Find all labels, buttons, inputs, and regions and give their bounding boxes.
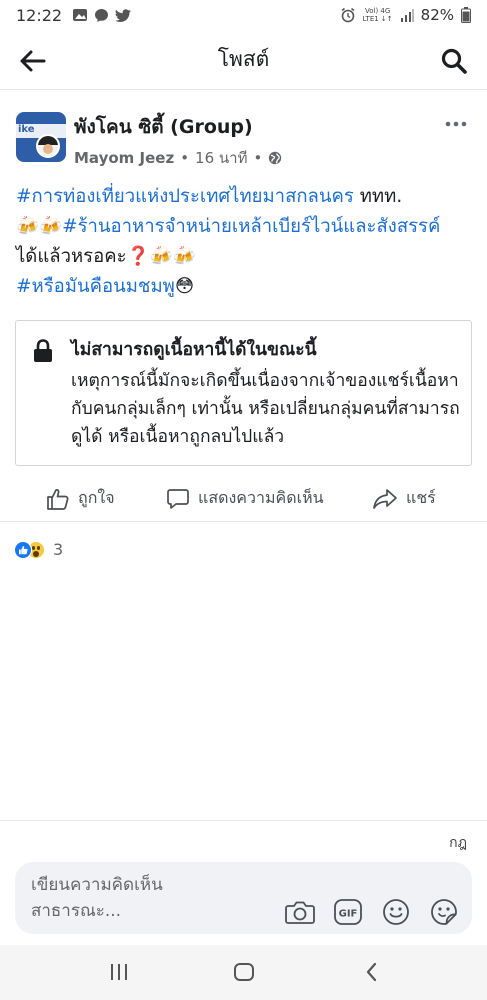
system-nav-bar [0, 945, 487, 1000]
gif-icon: GIF [334, 899, 362, 925]
unavailable-body: เหตุการณ์นี้มักจะเกิดขึ้นเนื่องจากเจ้าขอ… [71, 371, 460, 447]
share-arrow-icon [373, 488, 397, 509]
gif-button[interactable]: GIF [330, 898, 366, 926]
sticker-button[interactable] [426, 898, 462, 926]
svg-text:GIF: GIF [339, 909, 358, 920]
status-time: 12:22 [16, 5, 63, 25]
hashtag-link[interactable]: #ร้านอาหารจำหน่ายเหล้าเบียร์ไวน์และสังสร… [62, 216, 440, 237]
share-label: แชร์ [406, 488, 436, 507]
post-text-line: 🍻🍻#ร้านอาหารจำหน่ายเหล้าเบียร์ไวน์และสัง… [16, 216, 441, 237]
network-indicator: Vol) 4G LTE1 ↓↑ [362, 7, 393, 23]
comment-icon [167, 488, 189, 509]
status-bar: 12:22 Vol) 4G LTE1 ↓↑ 82% [0, 0, 487, 30]
post-text-line: #หรือมันคือนมชมพู😳 [16, 276, 195, 297]
home-icon [234, 963, 254, 981]
recent-apps-icon [111, 964, 127, 980]
app-bar: โพสต์ [0, 30, 487, 90]
messenger-notification-icon [95, 8, 109, 22]
like-reaction-icon [14, 540, 32, 559]
emoji-icon [383, 899, 409, 925]
post-actions: ถูกใจ แสดงความคิดเห็น แชร์ [0, 478, 487, 522]
search-icon [441, 48, 467, 74]
comment-label: แสดงความคิดเห็น [198, 488, 324, 507]
globe-icon [269, 151, 282, 165]
author-name[interactable]: Mayom Jeez [74, 149, 174, 167]
page-title: โพสต์ [217, 47, 270, 71]
battery-percent: 82% [420, 6, 454, 24]
more-options-button[interactable] [445, 114, 467, 127]
emoji-button[interactable] [378, 898, 414, 926]
post-text-line: ได้แล้วหรอคะ❓🍻🍻 [16, 246, 196, 267]
battery-icon [461, 7, 471, 23]
like-label: ถูกใจ [78, 488, 115, 507]
sticker-icon [431, 899, 457, 925]
share-button[interactable]: แชร์ [372, 486, 436, 511]
keyboard-label[interactable]: กฎ [449, 832, 467, 854]
like-button[interactable]: ถูกใจ [46, 486, 115, 511]
gallery-notification-icon [73, 9, 88, 21]
thumbs-up-icon [47, 488, 69, 510]
arrow-left-icon [20, 50, 46, 72]
group-name[interactable]: พังโคน ซิตี้ (Group) [74, 112, 253, 142]
group-avatar[interactable]: ike [16, 112, 66, 162]
comment-button[interactable]: แสดงความคิดเห็น [166, 486, 324, 511]
home-button[interactable] [229, 960, 259, 984]
signal-icon [400, 8, 414, 22]
meta-separator: • [180, 149, 190, 167]
camera-button[interactable] [282, 898, 318, 926]
twitter-notification-icon [115, 8, 132, 22]
post-time[interactable]: 16 นาที [195, 146, 247, 170]
post-text: #การท่องเที่ยวแห่งประเทศไทยมาสกลนคร ททท.… [16, 182, 476, 302]
chevron-left-icon [366, 962, 377, 982]
back-button[interactable] [18, 46, 48, 76]
camera-icon [285, 901, 315, 924]
more-dots-icon [445, 121, 467, 127]
hashtag-link[interactable]: #หรือมันคือนมชมพู [16, 276, 175, 297]
search-button[interactable] [439, 46, 469, 76]
reactions-summary[interactable]: 3 [14, 540, 63, 559]
meta-separator: • [253, 149, 263, 167]
comment-composer[interactable]: เขียนความคิดเห็นสาธารณะ... GIF [15, 862, 472, 934]
post-header: ike พังโคน ซิตี้ (Group) Mayom Jeez • 16… [16, 106, 471, 170]
post-text-line: #การท่องเที่ยวแห่งประเทศไทยมาสกลนคร ททท. [16, 186, 403, 207]
unavailable-content-box: ไม่สามารถดูเนื้อหานี้ได้ในขณะนี้ เหตุการ… [15, 320, 472, 466]
post-meta: Mayom Jeez • 16 นาที • [74, 146, 282, 170]
lock-icon [34, 339, 52, 362]
recent-apps-button[interactable] [104, 960, 134, 984]
hashtag-link[interactable]: #การท่องเที่ยวแห่งประเทศไทยมาสกลนคร [16, 186, 354, 207]
comment-input[interactable]: เขียนความคิดเห็นสาธารณะ... [31, 872, 251, 924]
reaction-count: 3 [53, 540, 64, 559]
alarm-icon [341, 7, 355, 23]
system-back-button[interactable] [357, 960, 387, 984]
unavailable-title: ไม่สามารถดูเนื้อหานี้ได้ในขณะนี้ [71, 340, 317, 360]
